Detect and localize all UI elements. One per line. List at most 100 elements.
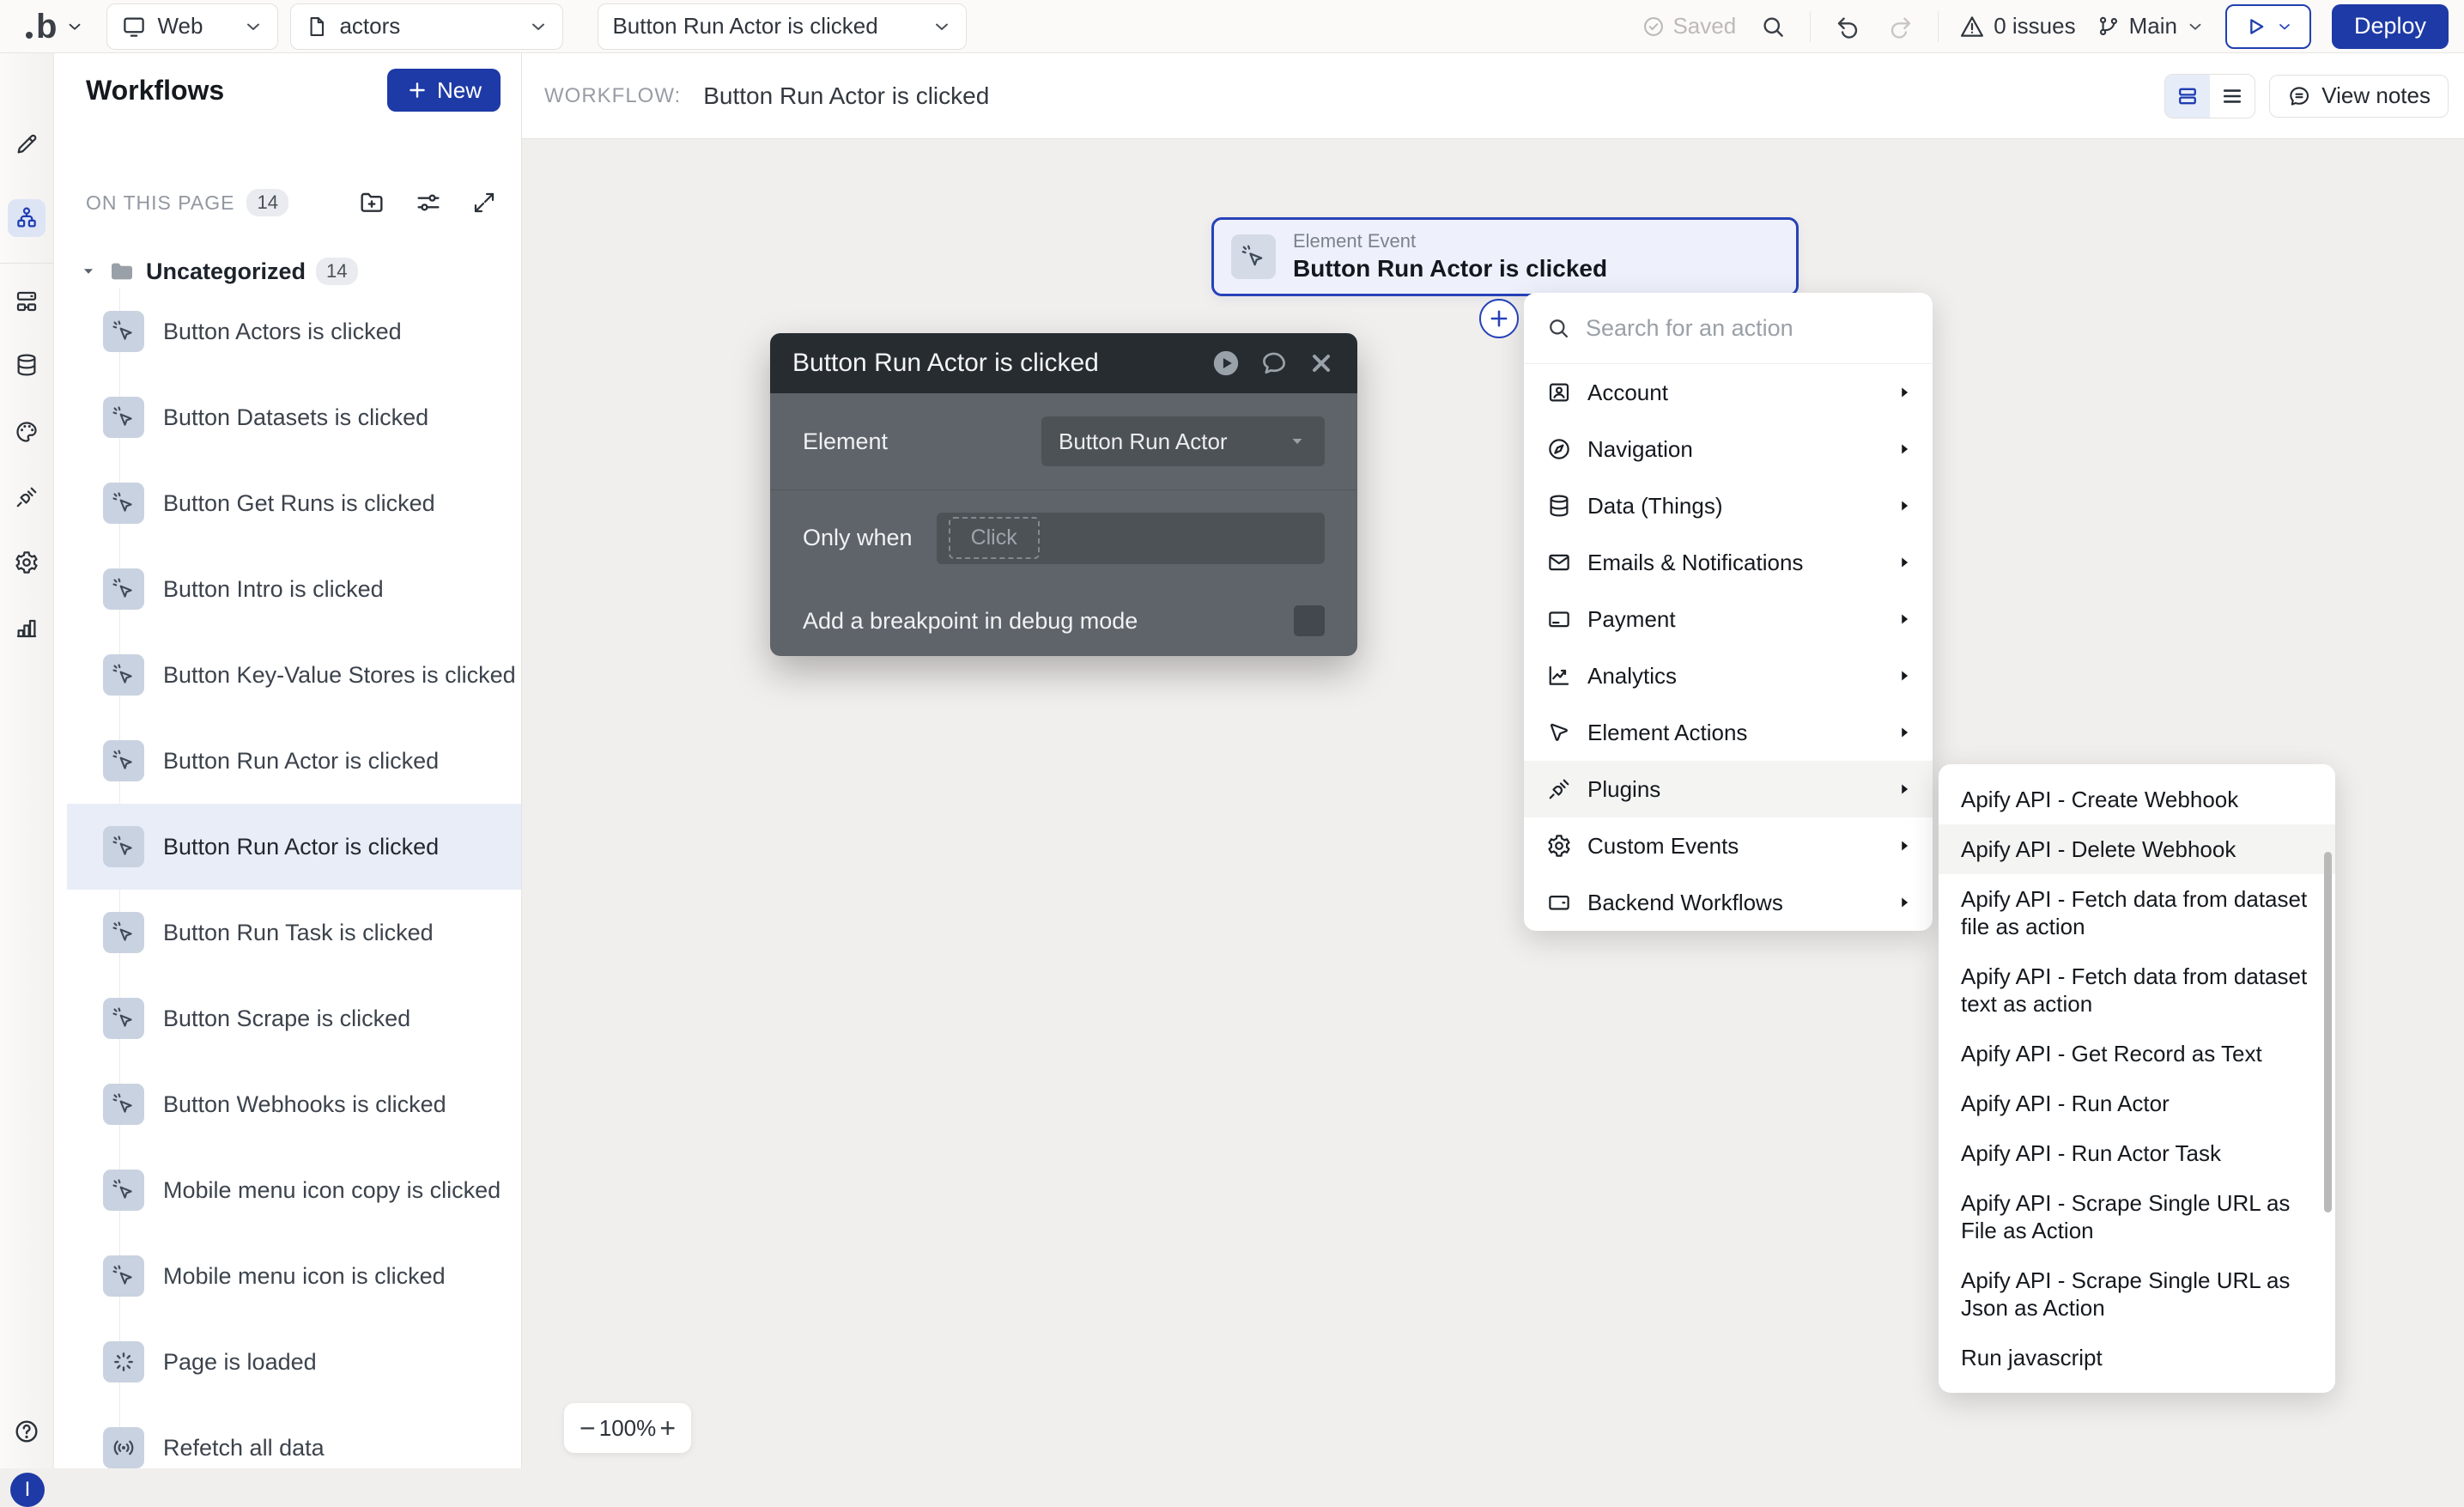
new-workflow-button[interactable]: New (386, 69, 501, 112)
issues-label: 0 issues (1994, 13, 2076, 39)
platform-select[interactable]: Web (106, 3, 279, 50)
plugin-action-item[interactable]: Apify API - Scrape Single URL as Json as… (1939, 1255, 2335, 1333)
left-rail: I (0, 53, 54, 1507)
plugin-action-item[interactable]: Apify API - Scrape Single URL as File as… (1939, 1178, 2335, 1255)
app-menu[interactable]: b (26, 9, 84, 44)
issues-indicator[interactable]: 0 issues (1959, 13, 2076, 39)
cursor-click-icon (111, 1263, 137, 1289)
workflow-item-label: Refetch all data (163, 1434, 325, 1461)
workflow-item-label: Button Run Actor is clicked (163, 747, 440, 774)
plugin-action-item[interactable]: Apify API - Fetch data from dataset file… (1939, 874, 2335, 951)
action-category[interactable]: Navigation (1524, 421, 1933, 477)
plugin-action-item[interactable]: Apify API - Run Actor Task (1939, 1128, 2335, 1178)
filter-icon[interactable] (415, 189, 442, 216)
plugin-action-item[interactable]: Apify API - Get Record as Text (1939, 1029, 2335, 1079)
zoom-out-button[interactable]: − (580, 1414, 596, 1442)
action-category[interactable]: Custom Events (1524, 817, 1933, 874)
plugin-action-item[interactable]: Apify API - Fetch data from dataset text… (1939, 951, 2335, 1029)
workflow-list-item[interactable]: Button Get Runs is clicked (67, 460, 521, 546)
workflow-list-item[interactable]: Button Actors is clicked (67, 289, 521, 374)
search-icon (1760, 14, 1786, 39)
search-button[interactable] (1757, 10, 1789, 43)
rail-item-data[interactable] (8, 346, 46, 384)
workflow-list-item[interactable]: Button Key-Value Stores is clicked (67, 632, 521, 718)
only-when-input[interactable]: Click (936, 512, 1325, 564)
redo-button[interactable] (1884, 10, 1917, 43)
breakpoint-checkbox[interactable] (1294, 605, 1325, 636)
workflow-list-item[interactable]: Mobile menu icon copy is clicked (67, 1147, 521, 1233)
workflow-list-item[interactable]: Button Intro is clicked (67, 546, 521, 632)
zoom-in-button[interactable]: + (659, 1414, 676, 1442)
help-button[interactable] (8, 1413, 46, 1450)
rail-item-styles[interactable] (8, 413, 46, 451)
plugin-action-item[interactable]: Apify API - Delete Webhook (1939, 824, 2335, 874)
action-category[interactable]: Data (Things) (1524, 477, 1933, 534)
avatar[interactable]: I (10, 1473, 45, 1507)
action-category[interactable]: Emails & Notifications (1524, 534, 1933, 591)
rail-item-components[interactable] (8, 283, 46, 320)
workflow-list-item[interactable]: Button Scrape is clicked (67, 975, 521, 1061)
rail-item-design[interactable] (8, 125, 46, 163)
workflow-list-item[interactable]: Button Datasets is clicked (67, 374, 521, 460)
run-event-button[interactable] (1211, 349, 1241, 378)
workflow-list-item[interactable]: Button Run Task is clicked (67, 890, 521, 975)
plugin-action-item[interactable]: Run javascript (1939, 1333, 2335, 1382)
workflow-list-item[interactable]: Button Webhooks is clicked (67, 1061, 521, 1147)
expand-icon[interactable] (471, 190, 497, 216)
plugin-action-item[interactable]: Apify API - Create Webhook (1939, 775, 2335, 824)
action-search-input[interactable] (1584, 313, 1910, 343)
rail-item-plugins[interactable] (8, 478, 46, 516)
preview-button[interactable] (2224, 3, 2311, 49)
action-search-row[interactable] (1524, 293, 1933, 364)
list-view-toggle[interactable] (2210, 75, 2255, 118)
workflow-canvas[interactable]: WORKFLOW: Button Run Actor is clicked Vi… (522, 53, 2464, 1468)
caret-down-icon (79, 262, 98, 281)
folder-name: Uncategorized (146, 258, 306, 284)
plus-icon (406, 79, 428, 101)
branch-select[interactable]: Main (2097, 13, 2205, 39)
workflow-list-item[interactable]: Mobile menu icon is clicked (67, 1233, 521, 1319)
folder-plus-icon[interactable] (358, 189, 385, 216)
folder-uncategorized[interactable]: Uncategorized 14 (53, 249, 521, 294)
page-select[interactable]: actors (290, 3, 564, 50)
action-category[interactable]: Analytics (1524, 647, 1933, 704)
card-view-toggle[interactable] (2165, 74, 2211, 118)
action-category[interactable]: Plugins (1524, 761, 1933, 817)
action-category-label: Account (1587, 379, 1668, 405)
action-category[interactable]: Account (1524, 364, 1933, 421)
close-dialog-button[interactable] (1308, 349, 1335, 377)
deploy-button[interactable]: Deploy (2331, 3, 2449, 49)
undo-button[interactable] (1831, 10, 1864, 43)
only-when-placeholder: Click (948, 517, 1040, 559)
branch-icon (2097, 15, 2121, 39)
action-category[interactable]: Element Actions (1524, 704, 1933, 761)
dialog-header[interactable]: Button Run Actor is clicked (770, 333, 1357, 393)
caret-right-icon (1895, 496, 1914, 515)
workflow-list-item[interactable]: Refetch all data (67, 1405, 521, 1491)
cursor-click-icon (111, 748, 137, 774)
workflow-item-label: Button Actors is clicked (163, 318, 402, 344)
plugin-action-label: Apify API - Fetch data from dataset text… (1961, 963, 2308, 1017)
workflow-select[interactable]: Button Run Actor is clicked (598, 3, 968, 50)
close-icon (1308, 349, 1335, 377)
action-category[interactable]: Payment (1524, 591, 1933, 647)
scrollbar-thumb[interactable] (2324, 852, 2332, 1212)
action-category[interactable]: Backend Workflows (1524, 874, 1933, 931)
rail-item-workflows[interactable] (8, 199, 46, 237)
plugin-action-item[interactable]: Apify API - Run Actor (1939, 1079, 2335, 1128)
add-action-button[interactable] (1479, 299, 1519, 338)
view-notes-button[interactable]: View notes (2269, 74, 2449, 118)
comment-button[interactable] (1259, 349, 1289, 378)
workflow-list-item[interactable]: Button Run Actor is clicked (67, 718, 521, 804)
workflow-list-item[interactable]: Page is loaded (67, 1319, 521, 1405)
rail-item-logs[interactable] (8, 609, 46, 647)
rail-item-settings[interactable] (8, 544, 46, 581)
cursor-click-icon (111, 662, 137, 688)
event-node[interactable]: Element Event Button Run Actor is clicke… (1211, 217, 1799, 296)
workflow-select-label: Button Run Actor is clicked (612, 13, 878, 39)
database-icon (1546, 493, 1572, 519)
element-dropdown[interactable]: Button Run Actor (1041, 416, 1325, 466)
divider (1938, 10, 1939, 42)
workflow-list-item[interactable]: Button Run Actor is clicked (67, 804, 521, 890)
list-view-icon (2220, 84, 2244, 108)
